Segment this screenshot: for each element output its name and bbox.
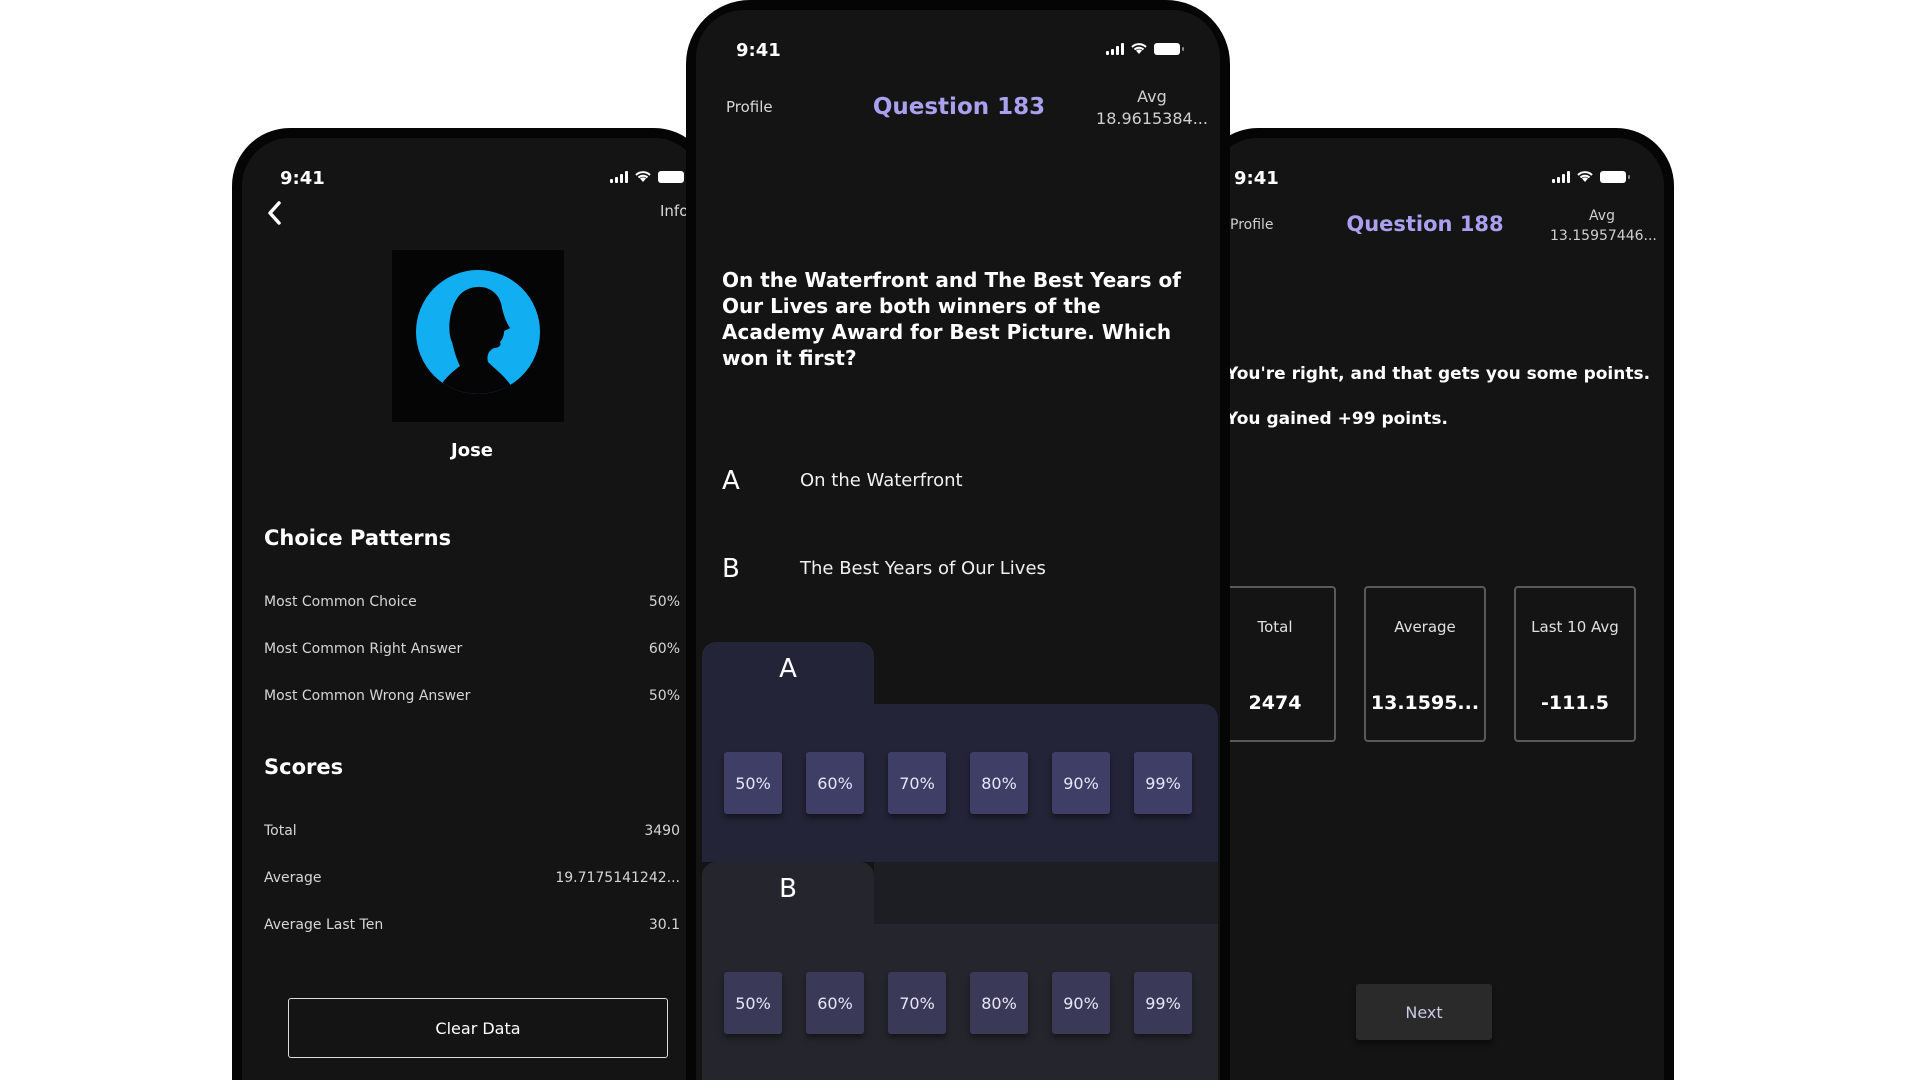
choice-text: On the Waterfront	[800, 470, 963, 491]
avg-label: Avg	[1589, 208, 1615, 224]
choice-letter: B	[722, 554, 740, 584]
next-button[interactable]: Next	[1356, 984, 1492, 1040]
profile-screen: 9:41 Info Jose Choice Patterns Most Comm…	[242, 138, 702, 1080]
avg-value: 18.9615384...	[1096, 109, 1208, 128]
confidence-panel-b: 50% 60% 70% 80% 90% 99%	[702, 924, 1218, 1080]
confidence-a-50[interactable]: 50%	[724, 752, 782, 814]
back-arrow-icon[interactable]	[264, 200, 286, 226]
profile-phone: 9:41 Info Jose Choice Patterns Most Comm…	[232, 128, 712, 1080]
confidence-panel-a: 50% 60% 70% 80% 90% 99%	[702, 704, 1218, 862]
question-screen: 9:41 Profile Question 183 Avg 18.9615384…	[696, 10, 1220, 1080]
signal-icon	[1106, 43, 1124, 55]
panel-a-label: A	[779, 654, 797, 684]
panel-b-tab[interactable]: B	[702, 862, 874, 926]
stat-label: Most Common Right Answer	[264, 641, 463, 657]
clear-data-button[interactable]: Clear Data	[288, 998, 668, 1058]
profile-name: Jose	[451, 440, 493, 461]
battery-icon	[658, 171, 688, 183]
stat-row: Most Common Choice 50%	[264, 594, 680, 610]
avatar	[392, 250, 564, 422]
score-value: 30.1	[648, 917, 680, 933]
profile-link[interactable]: Profile	[726, 98, 773, 116]
result-message: You're right, and that gets you some poi…	[1226, 364, 1651, 384]
stat-value: 50%	[648, 594, 680, 610]
battery-icon	[1600, 171, 1630, 183]
last-ten-card: Last 10 Avg -111.5	[1514, 586, 1636, 742]
scores-heading: Scores	[264, 755, 344, 779]
question-title: Question 188	[1346, 212, 1504, 236]
confidence-a-70[interactable]: 70%	[888, 752, 946, 814]
confidence-b-90[interactable]: 90%	[1052, 972, 1110, 1034]
choice-b[interactable]: B The Best Years of Our Lives	[722, 548, 1202, 596]
wifi-icon	[1577, 171, 1593, 182]
score-value: 19.7175141242...	[555, 870, 680, 886]
wifi-icon	[635, 171, 651, 182]
confidence-b-99[interactable]: 99%	[1134, 972, 1192, 1034]
score-label: Average Last Ten	[264, 917, 384, 933]
avg-value: 13.15957446...	[1550, 228, 1657, 244]
status-time: 9:41	[736, 40, 781, 61]
stat-row: Most Common Wrong Answer 50%	[264, 688, 680, 704]
average-display: Avg 18.9615384...	[1092, 86, 1212, 130]
confidence-b-70[interactable]: 70%	[888, 972, 946, 1034]
confidence-a-60[interactable]: 60%	[806, 752, 864, 814]
stat-row: Most Common Right Answer 60%	[264, 641, 680, 657]
choice-patterns-heading: Choice Patterns	[264, 526, 452, 550]
battery-icon	[1154, 43, 1184, 55]
status-icons	[1552, 170, 1630, 183]
average-card: Average 13.1595...	[1364, 586, 1486, 742]
confidence-a-80[interactable]: 80%	[970, 752, 1028, 814]
stat-value: 50%	[648, 688, 680, 704]
score-row: Average 19.7175141242...	[264, 870, 680, 886]
average-display: Avg 13.15957446...	[1550, 206, 1657, 246]
signal-icon	[610, 171, 628, 183]
card-value: 13.1595...	[1370, 692, 1480, 714]
score-row: Total 3490	[264, 823, 680, 839]
status-time: 9:41	[280, 168, 325, 189]
status-icons	[610, 170, 688, 183]
panel-b-gap	[874, 862, 1218, 924]
avatar-circle	[416, 270, 540, 394]
score-row: Average Last Ten 30.1	[264, 917, 680, 933]
stat-value: 60%	[648, 641, 680, 657]
card-value: 2474	[1248, 692, 1302, 714]
card-label: Last 10 Avg	[1531, 618, 1619, 636]
confidence-b-80[interactable]: 80%	[970, 972, 1028, 1034]
points-message: You gained +99 points.	[1226, 409, 1448, 429]
stat-label: Most Common Wrong Answer	[264, 688, 471, 704]
avg-label: Avg	[1137, 87, 1167, 106]
status-time: 9:41	[1234, 168, 1279, 189]
total-card: Total 2474	[1214, 586, 1336, 742]
confidence-a-90[interactable]: 90%	[1052, 752, 1110, 814]
score-label: Average	[264, 870, 322, 886]
confidence-b-50[interactable]: 50%	[724, 972, 782, 1034]
signal-icon	[1552, 171, 1570, 183]
score-label: Total	[264, 823, 297, 839]
info-link[interactable]: Info	[660, 202, 688, 220]
question-title: Question 183	[872, 94, 1046, 120]
status-icons	[1106, 42, 1184, 55]
wifi-icon	[1131, 43, 1147, 54]
question-phone: 9:41 Profile Question 183 Avg 18.9615384…	[686, 0, 1230, 1080]
result-phone: 9:41 Profile Question 188 Avg 13.1595744…	[1200, 128, 1674, 1080]
confidence-b-60[interactable]: 60%	[806, 972, 864, 1034]
card-value: -111.5	[1541, 692, 1609, 714]
profile-link[interactable]: Profile	[1230, 217, 1274, 233]
stat-label: Most Common Choice	[264, 594, 417, 610]
card-label: Total	[1257, 618, 1293, 636]
choice-a[interactable]: A On the Waterfront	[722, 460, 1202, 508]
person-silhouette-icon	[436, 286, 516, 394]
panel-b-label: B	[779, 874, 797, 904]
choice-text: The Best Years of Our Lives	[800, 558, 1046, 579]
result-screen: 9:41 Profile Question 188 Avg 13.1595744…	[1210, 138, 1664, 1080]
card-label: Average	[1394, 618, 1456, 636]
question-text: On the Waterfront and The Best Years of …	[722, 268, 1181, 370]
panel-a-tab[interactable]: A	[702, 642, 874, 706]
choice-letter: A	[722, 466, 740, 496]
confidence-a-99[interactable]: 99%	[1134, 752, 1192, 814]
score-value: 3490	[644, 823, 680, 839]
